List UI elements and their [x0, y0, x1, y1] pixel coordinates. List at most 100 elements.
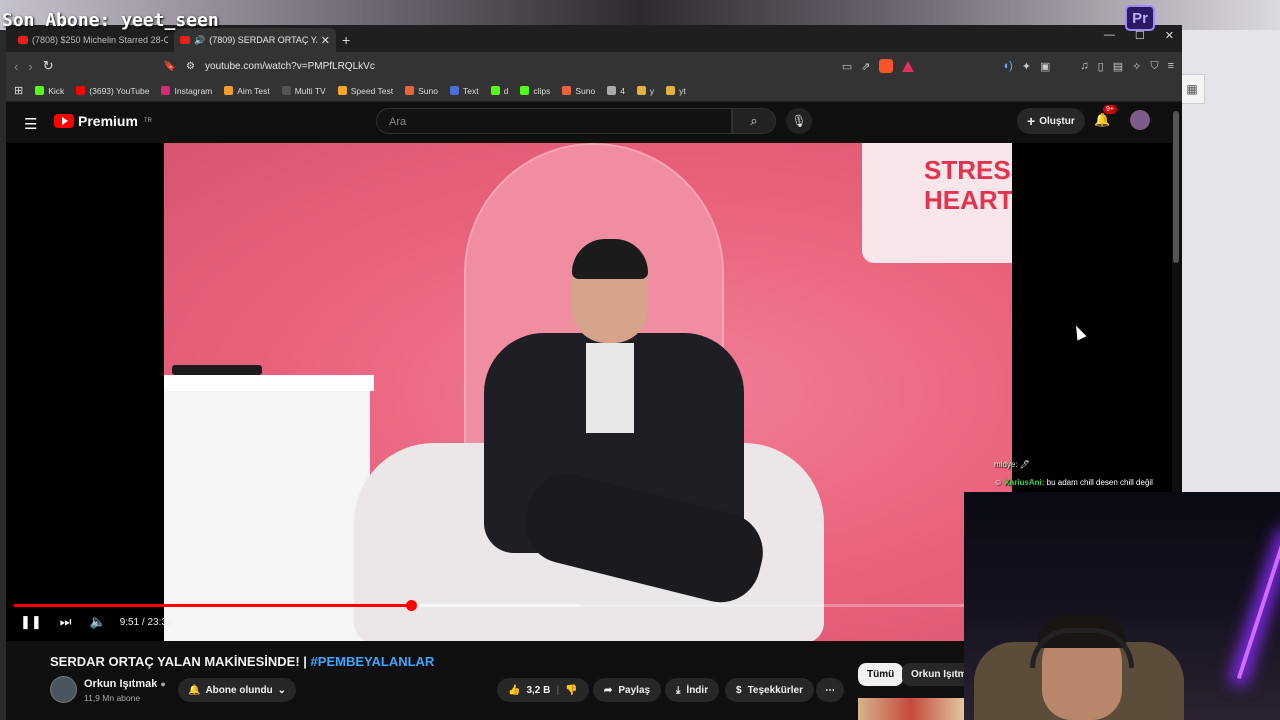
bookmark-suno[interactable]: Suno [562, 86, 595, 96]
bookmark-icon[interactable]: 🔖 [164, 61, 176, 72]
site-info-icon[interactable]: ⚙ [186, 61, 195, 72]
youtube-logo[interactable]: Premium TR [54, 113, 152, 129]
create-button[interactable]: + Oluştur [1017, 108, 1085, 134]
close-window-icon[interactable]: ✕ [1165, 29, 1174, 42]
tab-serdar[interactable]: 🔊 (7809) SERDAR ORTAÇ YALAN ✕ [174, 28, 336, 52]
like-dislike-button[interactable]: 👍 3,2 B | 👎 [497, 678, 589, 702]
bookmark-aim-test[interactable]: Aim Test [224, 86, 270, 96]
url-field[interactable]: 🔖 ⚙ youtube.com/watch?v=PMPfLRQLkVc [63, 55, 832, 77]
video-frame[interactable]: STRESS HEART [164, 143, 1012, 641]
chat-message: midye: 🖊 [994, 456, 1153, 474]
bookmark-instagram[interactable]: Instagram [161, 86, 212, 96]
forward-icon[interactable]: › [28, 59, 32, 74]
bookmark-speed-test[interactable]: Speed Test [337, 86, 393, 96]
bookmark-suno[interactable]: Suno [405, 86, 438, 96]
search-icon[interactable]: ⌕ [732, 108, 776, 134]
bookmark-clips[interactable]: clips [520, 86, 550, 96]
search-input[interactable]: Ara [376, 108, 732, 134]
create-label: Oluştur [1039, 115, 1075, 127]
close-tab-icon[interactable]: ✕ [321, 34, 330, 47]
share-icon[interactable]: ⇗ [861, 60, 870, 73]
chevron-down-icon: ⌄ [277, 684, 287, 696]
purple-light [1236, 535, 1280, 679]
extension-icons: ▭ ⇗ ◖) ✦ ▣ ♫ ▯ ▤ ✧ ⛉ ≡ [842, 59, 1174, 73]
speaker-icon[interactable]: 🔊 [194, 35, 205, 46]
account-avatar[interactable] [1130, 110, 1150, 130]
minimize-icon[interactable]: — [1104, 29, 1115, 42]
hashtag-link[interactable]: #PEMBEYALANLAR [311, 654, 435, 669]
like-icon[interactable]: 👍 [508, 685, 520, 696]
notifications-bell-icon[interactable]: 🔔 [1094, 112, 1110, 128]
bookmark-favicon-icon [490, 86, 500, 95]
wallet-icon[interactable]: ▤ [1113, 60, 1123, 73]
video-title: SERDAR ORTAÇ YALAN MAKİNESİNDE! | #PEMBE… [50, 654, 434, 669]
chat-badge-icon: ☺ [994, 478, 1003, 487]
download-icon: ⤓ [676, 684, 681, 696]
bookmark-favicon-icon [607, 86, 617, 95]
sign-line-2: HEART [924, 185, 1012, 215]
next-icon[interactable]: ⏭ [60, 614, 72, 630]
bookmark-label: 4 [620, 85, 625, 96]
subscriber-count: 11,9 Mn abone [84, 693, 141, 703]
scrubber-handle[interactable] [405, 600, 417, 611]
bookmark-yt[interactable]: yt [666, 86, 686, 96]
channel-name[interactable]: Orkun Işıtmak ● [84, 678, 166, 690]
back-icon[interactable]: ‹ [14, 59, 18, 74]
pause-icon[interactable]: ❚❚ [20, 614, 42, 630]
bookmark-label: clips [533, 85, 551, 96]
share-button[interactable]: ➦ Paylaş [593, 678, 662, 702]
chat-user: midye: [994, 460, 1018, 469]
new-tab-button[interactable]: + [342, 32, 350, 48]
webcam-overlay [964, 492, 1280, 720]
brave-rewards-icon[interactable] [902, 60, 915, 72]
device-on-table [172, 365, 262, 375]
subscribed-button[interactable]: 🔔 Abone olundu ⌄ [178, 678, 297, 702]
apps-grid-icon[interactable]: ⊞ [14, 84, 23, 97]
bookmark-4[interactable]: 4 [607, 86, 625, 96]
recommended-thumbnail[interactable] [858, 698, 964, 720]
thanks-button[interactable]: $ Teşekkürler [725, 678, 814, 702]
hamburger-menu-icon[interactable]: ☰ [24, 115, 37, 133]
bookmark-text[interactable]: Text [449, 86, 479, 96]
reload-icon[interactable]: ↻ [43, 58, 54, 74]
video-title-text: SERDAR ORTAÇ YALAN MAKİNESİNDE! | [50, 654, 307, 669]
bookmark-3693-youtube[interactable]: (3693) YouTube [76, 86, 149, 96]
audio-icon[interactable]: ◖) [1002, 60, 1012, 72]
microphone-icon[interactable]: 🎙 [786, 108, 812, 134]
bookmark-favicon-icon [76, 86, 86, 95]
volume-icon[interactable]: 🔈 [90, 614, 106, 630]
tab-michelin[interactable]: (7808) $250 Michelin Starred 28-Cou [12, 28, 174, 52]
bookmark-favicon-icon [449, 86, 459, 95]
download-label: İndir [686, 684, 709, 696]
bookmark-y[interactable]: y [636, 86, 654, 96]
page-scrollbar[interactable] [1173, 111, 1179, 263]
played-bar [14, 604, 411, 607]
channel-name-text[interactable]: Orkun Işıtmak [84, 678, 157, 690]
cast-icon[interactable]: ▭ [842, 60, 852, 73]
share-label: Paylaş [618, 684, 651, 696]
tab-title: (7808) $250 Michelin Starred 28-Cou [32, 35, 168, 45]
premiere-pro-icon[interactable]: Pr [1125, 5, 1155, 31]
channel-avatar[interactable] [50, 676, 77, 703]
progress-bar[interactable] [14, 600, 966, 611]
menu-icon[interactable]: ≡ [1168, 60, 1174, 72]
leo-icon[interactable]: ✧ [1132, 60, 1141, 73]
download-button[interactable]: ⤓ İndir [665, 678, 720, 702]
chip-all[interactable]: Tümü [858, 663, 904, 686]
calculator-icon[interactable]: ▦ [1179, 74, 1205, 104]
sidebar-icon[interactable]: ▯ [1098, 60, 1104, 73]
youtube-header: ☰ Premium TR Ara ⌕ 🎙 + Oluştur 🔔 9+ [6, 102, 1182, 143]
bookmark-kick[interactable]: Kick [35, 86, 64, 96]
dislike-icon[interactable]: 👎 [565, 685, 577, 696]
brave-shields-icon[interactable] [879, 59, 894, 73]
screenshot-icon[interactable]: ▣ [1040, 60, 1050, 73]
bookmark-favicon-icon [35, 86, 45, 95]
thanks-label: Teşekkürler [747, 684, 803, 696]
url-text[interactable]: youtube.com/watch?v=PMPfLRQLkVc [205, 61, 375, 72]
bookmark-multi-tv[interactable]: Multi TV [281, 86, 326, 96]
more-actions-button[interactable]: ⋯ [816, 678, 844, 702]
music-icon[interactable]: ♫ [1080, 60, 1088, 72]
vpn-icon[interactable]: ⛉ [1150, 60, 1158, 73]
bookmark-d[interactable]: d [490, 86, 508, 96]
extensions-icon[interactable]: ✦ [1022, 60, 1031, 73]
